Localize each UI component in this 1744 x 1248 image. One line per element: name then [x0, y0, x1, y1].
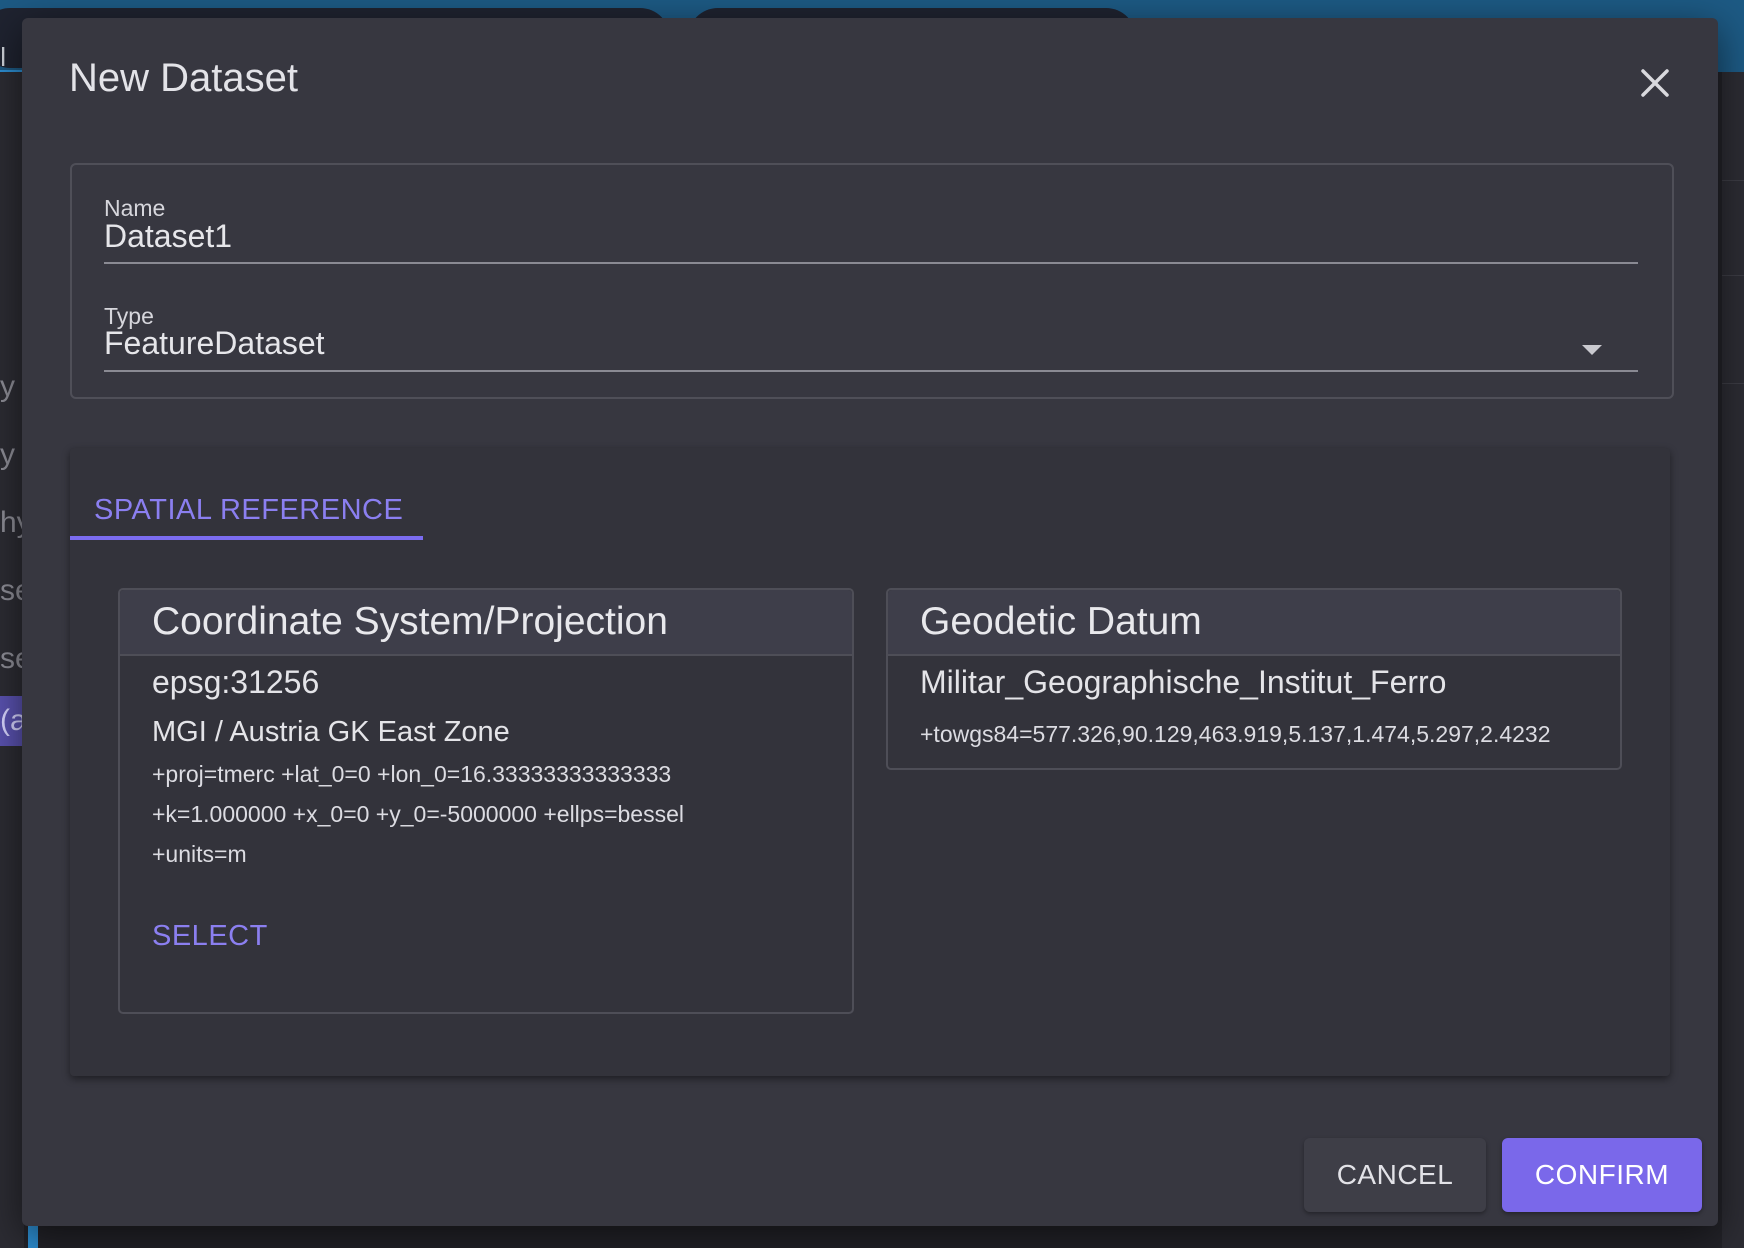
type-select-value: FeatureDataset: [104, 325, 325, 361]
close-icon: [1641, 69, 1669, 97]
sidebar-item[interactable]: se: [0, 642, 24, 676]
datum-params: +towgs84=577.326,90.129,463.919,5.137,1.…: [920, 721, 1551, 747]
name-underline: [104, 262, 1638, 264]
type-underline: [104, 370, 1638, 372]
confirm-button[interactable]: CONFIRM: [1502, 1138, 1702, 1212]
epsg-code: epsg:31256: [152, 664, 320, 700]
card-header: Coordinate System/Projection: [120, 590, 852, 656]
dialog-title: New Dataset: [69, 56, 298, 100]
coordinate-system-card: Coordinate System/Projection epsg:31256 …: [118, 588, 854, 1014]
tab-indicator: [70, 536, 423, 540]
select-button[interactable]: SELECT: [152, 920, 268, 953]
tab-panel: SPATIAL REFERENCE Coordinate System/Proj…: [70, 448, 1670, 1076]
divider: [1722, 180, 1744, 181]
card-title: Geodetic Datum: [920, 600, 1202, 643]
proj-params-line: +units=m: [152, 841, 247, 867]
tab-spatial-reference[interactable]: SPATIAL REFERENCE: [94, 494, 403, 527]
app-tab-label: v l: [0, 42, 6, 72]
sidebar-item[interactable]: hy: [0, 506, 24, 540]
datum-name: Militar_Geographische_Institut_Ferro: [920, 664, 1447, 700]
geodetic-datum-card: Geodetic Datum Militar_Geographische_Ins…: [886, 588, 1622, 770]
name-input[interactable]: Dataset1: [104, 218, 232, 255]
cancel-button[interactable]: CANCEL: [1304, 1138, 1486, 1212]
proj-params-line: +k=1.000000 +x_0=0 +y_0=-5000000 +ellps=…: [152, 801, 684, 827]
app-sidebar: y y hy se se (a: [0, 72, 24, 1248]
proj-params-line: +proj=tmerc +lat_0=0 +lon_0=16.333333333…: [152, 761, 672, 787]
dropdown-arrow-icon: [1582, 345, 1602, 355]
dataset-form: Name Dataset1 Type FeatureDataset: [70, 163, 1674, 399]
app-right-panel: [1722, 72, 1744, 1248]
type-select[interactable]: [104, 305, 1638, 375]
sidebar-item[interactable]: y: [0, 438, 24, 472]
close-button[interactable]: [1632, 60, 1678, 106]
card-header: Geodetic Datum: [888, 590, 1620, 656]
divider: [1722, 275, 1744, 276]
sidebar-item[interactable]: y: [0, 370, 24, 404]
new-dataset-dialog: New Dataset Name Dataset1 Type FeatureDa…: [22, 18, 1718, 1226]
crs-name: MGI / Austria GK East Zone: [152, 716, 510, 748]
sidebar-item[interactable]: se: [0, 574, 24, 608]
app-accent: [28, 1226, 38, 1248]
card-title: Coordinate System/Projection: [152, 600, 668, 643]
divider: [1722, 383, 1744, 384]
sidebar-item-active[interactable]: (a: [0, 696, 24, 746]
